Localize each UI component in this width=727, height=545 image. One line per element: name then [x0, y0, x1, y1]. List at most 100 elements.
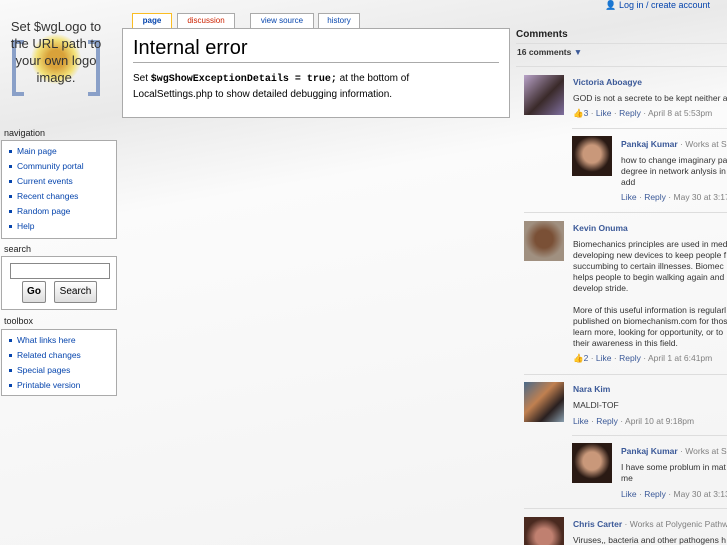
code: $wgShowExceptionDetails = true; — [150, 74, 337, 85]
comment-work: · Works at Polygenic Pathw — [624, 519, 727, 529]
tab-label: page — [142, 16, 162, 25]
comment-author[interactable]: Kevin Onuma — [573, 223, 628, 233]
tool-what-links-here[interactable]: What links here — [17, 335, 76, 345]
comment-text: developing new devices to keep people f — [573, 250, 727, 260]
comment-work: · Works at S — [680, 139, 727, 149]
comment: Victoria Aboagye GOD is not a secrete to… — [573, 77, 727, 118]
nav-main-page[interactable]: Main page — [17, 146, 57, 156]
thumbs-up-icon: 👍 — [573, 108, 584, 118]
comment-count: 16 comments — [517, 47, 572, 57]
comment-reply: Pankaj Kumar · Works at S how to change … — [621, 139, 727, 203]
comment-text: Biomechanics principles are used in med — [573, 239, 727, 249]
nav-help[interactable]: Help — [17, 221, 34, 231]
like-link[interactable]: Like — [596, 353, 612, 363]
tab-label: history — [327, 16, 351, 25]
search-title: search — [4, 244, 32, 254]
tab-label: discussion — [187, 16, 225, 25]
divider — [572, 128, 727, 129]
comment-date: April 10 at 9:18pm — [625, 416, 695, 426]
reply-link[interactable]: Reply — [644, 192, 666, 202]
error-message: Set $wgShowExceptionDetails = true; at t… — [133, 71, 499, 102]
like-link[interactable]: Like — [596, 108, 612, 118]
divider — [524, 508, 727, 509]
comment-author[interactable]: Pankaj Kumar — [621, 446, 678, 456]
thumbs-up-icon: 👍 — [573, 353, 584, 363]
text: LocalSettings.php to show detailed debug… — [133, 89, 393, 100]
like-link[interactable]: Like — [573, 416, 589, 426]
tab-discussion[interactable]: discussion — [177, 13, 235, 28]
reply-link[interactable]: Reply — [596, 416, 618, 426]
tool-related-changes[interactable]: Related changes — [17, 350, 81, 360]
comment: Kevin Onuma Biomechanics principles are … — [573, 223, 727, 364]
avatar[interactable] — [524, 382, 564, 422]
navigation-portlet: Main page Community portal Current event… — [1, 140, 117, 239]
reply-link[interactable]: Reply — [644, 489, 666, 499]
comment-author[interactable]: Pankaj Kumar — [621, 139, 678, 149]
search-input[interactable] — [10, 263, 110, 279]
search-button[interactable]: Search — [54, 281, 97, 303]
page-title: Internal error — [133, 37, 499, 63]
comment-date: May 30 at 3:13 — [673, 489, 727, 499]
comments-sort[interactable]: 16 comments ▼ — [517, 47, 582, 58]
avatar[interactable] — [524, 517, 564, 545]
comment-text: degree in network anlysis in — [621, 166, 726, 176]
like-link[interactable]: Like — [621, 489, 637, 499]
comment-author[interactable]: Victoria Aboagye — [573, 77, 642, 87]
comment-date: April 8 at 5:53pm — [647, 108, 713, 118]
like-count: 2 — [583, 353, 589, 363]
navigation-title: navigation — [4, 128, 46, 138]
comment: Chris Carter · Works at Polygenic Pathw … — [573, 519, 727, 545]
tool-printable-version[interactable]: Printable version — [17, 380, 80, 390]
text: Set — [133, 73, 151, 84]
comment: Nara Kim MALDI-TOF Like · Reply · April … — [573, 384, 695, 426]
avatar[interactable] — [524, 221, 564, 261]
tab-history[interactable]: history — [318, 13, 360, 28]
tool-special-pages[interactable]: Special pages — [17, 365, 70, 375]
divider — [524, 374, 727, 375]
comments-panel: Comments 16 comments ▼ Victoria Aboagye … — [510, 25, 727, 545]
nav-community-portal[interactable]: Community portal — [17, 161, 84, 171]
divider — [572, 435, 727, 436]
comment-text: GOD is not a secrete to be kept neither … — [573, 93, 727, 103]
comment-reply: Pankaj Kumar · Works at S I have some pr… — [621, 446, 727, 500]
user-icon: 👤 — [605, 0, 617, 10]
reply-link[interactable]: Reply — [619, 108, 641, 118]
nav-recent-changes[interactable]: Recent changes — [17, 191, 78, 201]
avatar[interactable] — [572, 136, 612, 176]
nav-random-page[interactable]: Random page — [17, 206, 70, 216]
tab-view-source[interactable]: view source — [250, 13, 314, 28]
reply-link[interactable]: Reply — [619, 353, 641, 363]
content-area: Internal error Set $wgShowExceptionDetai… — [122, 28, 510, 118]
toolbox-portlet: What links here Related changes Special … — [1, 329, 117, 396]
login-link[interactable]: Log in / create account — [619, 0, 710, 10]
text: at the bottom of — [336, 73, 410, 84]
user-links: 👤 Log in / create account — [605, 0, 710, 11]
comment-author[interactable]: Nara Kim — [573, 384, 610, 394]
toolbox-title: toolbox — [4, 316, 34, 326]
comment-date: April 1 at 6:41pm — [647, 353, 713, 363]
divider — [524, 212, 727, 213]
comment-text: More of this useful information is regul… — [573, 305, 727, 315]
avatar[interactable] — [572, 443, 612, 483]
comment-text: add — [621, 177, 636, 187]
comment-text: develop stride. — [573, 283, 629, 293]
comment-text: MALDI-TOF — [573, 400, 619, 410]
tab-label: view source — [260, 16, 304, 25]
comment-author[interactable]: Chris Carter — [573, 519, 622, 529]
comment-text: me — [621, 473, 633, 483]
comment-text: published on biomechanism.com for thos — [573, 316, 727, 326]
comment-date: May 30 at 3:17 — [673, 192, 727, 202]
nav-current-events[interactable]: Current events — [17, 176, 73, 186]
site-logo[interactable]: Set $wgLogo to the URL path to your own … — [6, 18, 106, 108]
avatar[interactable] — [524, 75, 564, 115]
like-count: 3 — [583, 108, 589, 118]
divider — [516, 66, 727, 67]
like-link[interactable]: Like — [621, 192, 637, 202]
search-portlet: Go Search — [1, 256, 117, 310]
comment-text: helps people to begin walking again and … — [573, 272, 727, 282]
comment-work: · Works at S — [680, 446, 727, 456]
tab-page[interactable]: page — [132, 13, 172, 28]
comment-text: Viruses,, bacteria and other pathogens h — [573, 535, 726, 545]
go-button[interactable]: Go — [22, 281, 46, 303]
comment-text: I have some problum in mat — [621, 462, 726, 472]
